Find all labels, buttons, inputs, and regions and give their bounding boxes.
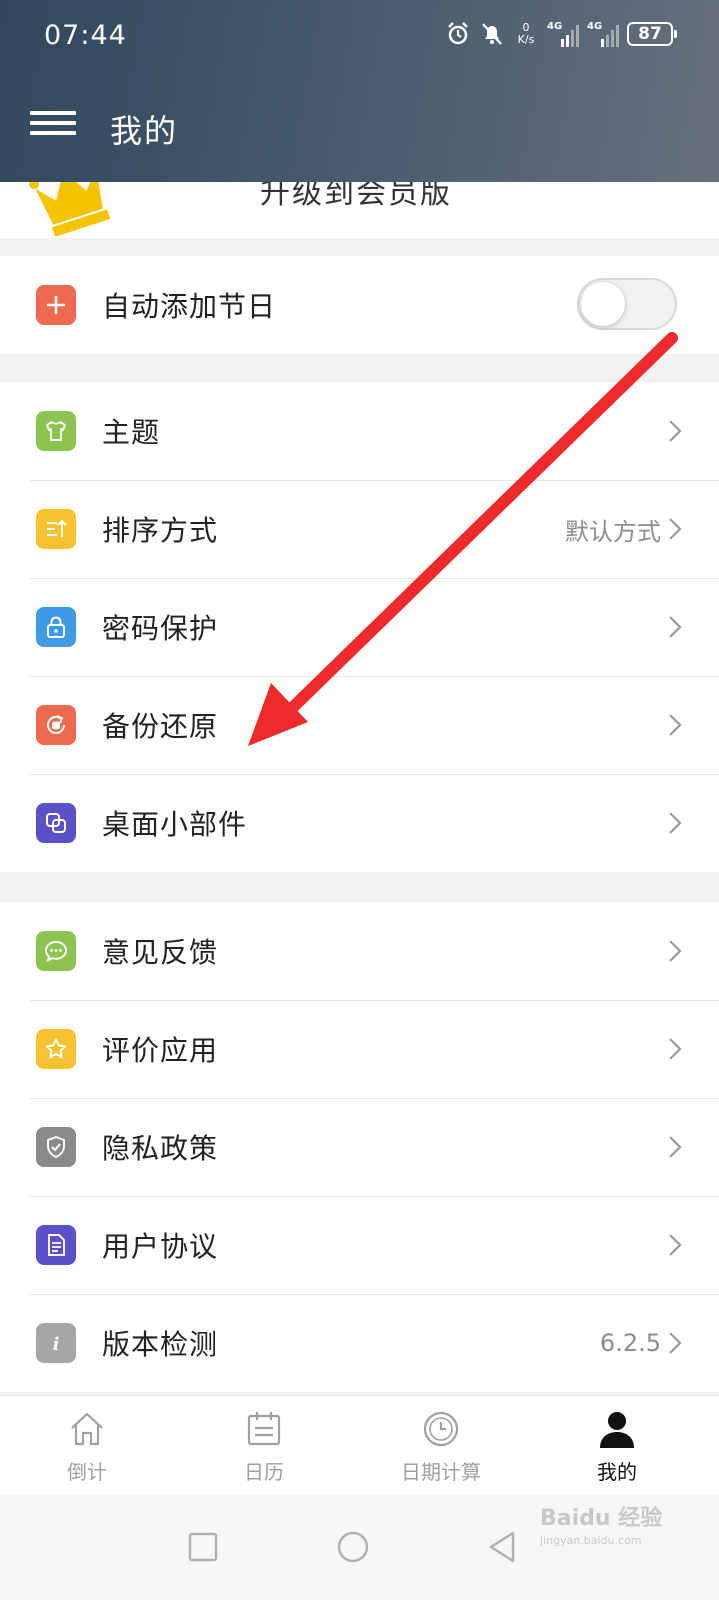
tab-label: 倒计: [67, 1460, 107, 1484]
chevron-right-icon: [669, 1038, 682, 1060]
shirt-icon: [36, 411, 76, 451]
widget-icon: [36, 803, 76, 843]
tab-date-calc[interactable]: 日期计算: [376, 1396, 506, 1496]
auto-holiday-toggle[interactable]: [577, 278, 677, 330]
add-icon: [36, 285, 76, 325]
settings-item-agreement[interactable]: 用户协议: [0, 1196, 719, 1294]
tab-mine[interactable]: 我的: [552, 1396, 682, 1496]
settings-item-label: 意见反馈: [102, 936, 219, 969]
auto-holiday-card: 自动添加节日: [0, 256, 719, 354]
settings-item-label: 排序方式: [102, 514, 219, 547]
auto-holiday-label: 自动添加节日: [102, 290, 277, 323]
settings-group-1: 主题 排序方式 默认方式 密码保护 备份还原 桌面小部件: [0, 382, 719, 872]
svg-text:i: i: [53, 1334, 60, 1355]
tab-label: 日历: [244, 1460, 284, 1484]
settings-item-label: 评价应用: [102, 1034, 219, 1067]
settings-item-label: 密码保护: [102, 612, 219, 645]
calendar-icon: [247, 1412, 281, 1446]
recents-icon[interactable]: [185, 1529, 221, 1565]
upgrade-banner[interactable]: 升级到会员版: [0, 182, 719, 238]
battery-indicator: 87: [627, 22, 677, 46]
settings-item-label: 桌面小部件: [102, 808, 248, 841]
signal-2: 4G: [587, 21, 619, 47]
settings-item-rate[interactable]: 评价应用: [0, 1000, 719, 1098]
settings-item-version[interactable]: i 版本检测 6.2.5: [0, 1294, 719, 1392]
crown-icon: [29, 182, 111, 236]
settings-item-widget[interactable]: 桌面小部件: [0, 774, 719, 872]
chevron-right-icon: [669, 1234, 682, 1256]
toolbar: 我的: [0, 88, 719, 168]
status-time: 07:44: [44, 20, 127, 51]
settings-item-backup[interactable]: 备份还原: [0, 676, 719, 774]
shield-icon: [36, 1127, 76, 1167]
tab-calendar[interactable]: 日历: [199, 1396, 329, 1496]
backup-icon: [36, 705, 76, 745]
app-header: 07:44 0 K/s 4G 4G 87 我的: [0, 0, 719, 182]
alarm-icon: [448, 22, 468, 45]
clock-icon: [423, 1411, 459, 1447]
sort-value: 默认方式: [565, 517, 661, 546]
star-icon: [36, 1029, 76, 1069]
chevron-right-icon: [669, 616, 682, 638]
document-icon: [36, 1225, 76, 1265]
bell-muted-icon: [482, 23, 502, 45]
back-icon[interactable]: [485, 1529, 521, 1565]
chevron-right-icon: [669, 1332, 682, 1354]
auto-holiday-row: 自动添加节日: [0, 256, 719, 354]
chevron-right-icon: [669, 940, 682, 962]
page-title: 我的: [110, 112, 179, 150]
watermark-brand: Baidu 经验: [540, 1506, 663, 1531]
net-speed: 0 K/s: [513, 22, 539, 46]
version-value: 6.2.5: [599, 1329, 661, 1357]
home-icon: [71, 1412, 103, 1446]
chevron-right-icon: [669, 714, 682, 736]
settings-item-label: 备份还原: [102, 710, 219, 743]
settings-item-theme[interactable]: 主题: [0, 382, 719, 480]
watermark: Baidu 经验 jingyan.baidu.com: [540, 1500, 662, 1547]
bottom-tab-bar: 倒计 日历 日期计算 我的: [0, 1395, 719, 1495]
menu-icon[interactable]: [30, 106, 76, 146]
status-bar: 07:44 0 K/s 4G 4G 87: [0, 0, 719, 75]
net-speed-unit: K/s: [517, 33, 535, 46]
chevron-right-icon: [669, 812, 682, 834]
settings-item-feedback[interactable]: 意见反馈: [0, 902, 719, 1000]
person-icon: [600, 1412, 634, 1448]
settings-item-password[interactable]: 密码保护: [0, 578, 719, 676]
chevron-right-icon: [669, 1136, 682, 1158]
tab-label: 我的: [597, 1460, 637, 1484]
watermark-url: jingyan.baidu.com: [540, 1534, 642, 1547]
settings-item-label: 用户协议: [102, 1230, 219, 1263]
home-button-icon[interactable]: [335, 1529, 371, 1565]
network-type-1: 4G: [547, 21, 563, 32]
toggle-knob: [581, 282, 625, 326]
chevron-right-icon: [669, 420, 682, 442]
sort-icon: [36, 509, 76, 549]
network-type-2: 4G: [587, 21, 603, 32]
tab-countdown[interactable]: 倒计: [22, 1396, 152, 1496]
chat-icon: [36, 931, 76, 971]
upgrade-label: 升级到会员版: [260, 182, 452, 211]
tab-label: 日期计算: [401, 1460, 481, 1484]
settings-item-privacy[interactable]: 隐私政策: [0, 1098, 719, 1196]
lock-icon: [36, 607, 76, 647]
signal-1: 4G: [547, 21, 579, 47]
settings-item-label: 主题: [102, 416, 161, 449]
chevron-right-icon: [669, 518, 682, 540]
info-icon: i: [36, 1323, 76, 1363]
settings-group-2: 意见反馈 评价应用 隐私政策 用户协议 i 版本检测 6.2.5: [0, 902, 719, 1392]
settings-item-label: 隐私政策: [102, 1132, 219, 1165]
settings-item-label: 版本检测: [102, 1328, 219, 1361]
settings-item-sort[interactable]: 排序方式 默认方式: [0, 480, 719, 578]
status-icons: 0 K/s 4G 4G 87: [445, 20, 677, 48]
